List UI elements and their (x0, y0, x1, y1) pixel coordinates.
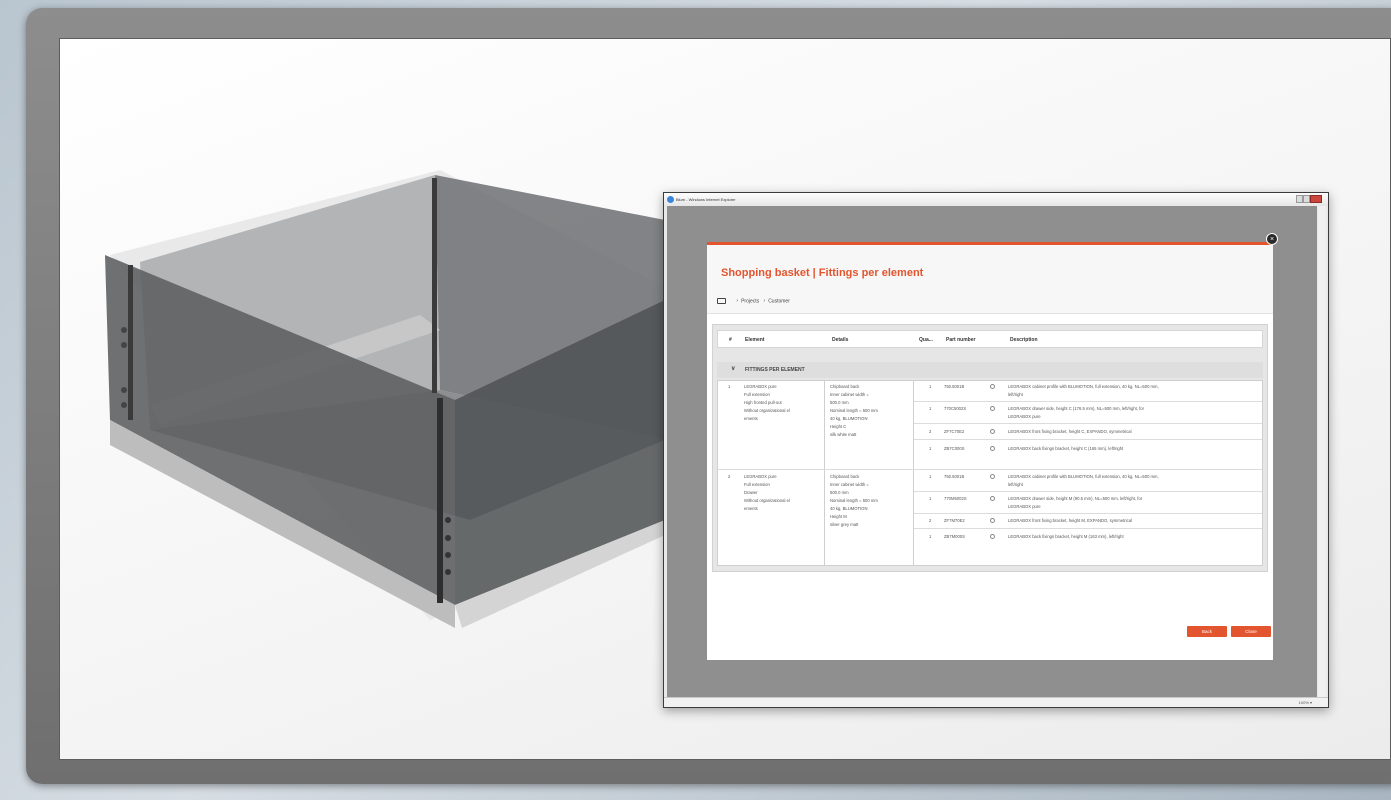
col-details[interactable]: Details (832, 337, 848, 343)
detail-line: Height C (830, 424, 847, 429)
detail-line: silk white matt (830, 432, 857, 437)
detail-line: Inner cabinet width = (830, 482, 869, 487)
info-icon[interactable] (990, 384, 995, 389)
dialog-header: Shopping basket | Fittings per element ›… (707, 245, 1273, 314)
breadcrumb-customer[interactable]: Customer (768, 298, 790, 304)
minimize-icon[interactable] (1296, 195, 1303, 203)
info-icon[interactable] (990, 429, 995, 434)
maximize-icon[interactable] (1303, 195, 1310, 203)
detail-line: 40 kg, BLUMOTION (830, 416, 868, 421)
element-line: Without organizational el (744, 498, 790, 503)
folder-icon[interactable] (717, 298, 726, 304)
part-description: LEGRABOX pure (1008, 504, 1041, 509)
detail-line: Height M (830, 514, 847, 519)
element-line: High fronted pull-out (744, 400, 782, 405)
detail-line: 500.0 mm (830, 490, 849, 495)
col-element[interactable]: Element (745, 337, 764, 343)
post-front (437, 398, 443, 603)
part-description: LEGRABOX back fixings bracket, height C … (1008, 446, 1124, 451)
part-description: LEGRABOX drawer side, height C (176.5 mm… (1008, 406, 1145, 411)
vertical-scrollbar[interactable] (1318, 206, 1326, 697)
table-header: # Element Details Qua... Part number Des… (717, 330, 1263, 348)
detail-line: Chipboard back (830, 384, 860, 389)
col-number[interactable]: # (729, 337, 732, 343)
detail-line: Chipboard back (830, 474, 860, 479)
browser-title: Blum - Windows Internet Explorer (676, 197, 736, 202)
breadcrumb: › Projects › Customer (717, 298, 790, 304)
element-line: ements (744, 506, 758, 511)
info-icon[interactable] (990, 534, 995, 539)
dialog-title: Shopping basket | Fittings per element (721, 267, 924, 279)
table-body: 1 LEGRABOX pure Full extension High fron… (717, 380, 1263, 566)
part-description: left/right (1008, 392, 1023, 397)
element-line: ements (744, 416, 758, 421)
window-close-icon[interactable] (1310, 195, 1322, 203)
part-number: ZF7C70E2 (944, 429, 965, 434)
part-number: ZF7M70E2 (944, 518, 965, 523)
element-line: Full extension (744, 482, 770, 487)
detail-line: Nominal length = 500 mm (830, 498, 878, 503)
part-qty: 1 (929, 446, 932, 451)
part-description: LEGRABOX drawer side, height M (90.5 mm)… (1008, 496, 1143, 501)
part-description: LEGRABOX cabinet profile with BLUMOTION,… (1008, 474, 1159, 479)
part-qty: 1 (929, 474, 932, 479)
info-icon[interactable] (990, 496, 995, 501)
post-back (432, 178, 437, 393)
group-label: FITTINGS PER ELEMENT (745, 367, 805, 373)
browser-titlebar: Blum - Windows Internet Explorer (664, 193, 1328, 206)
part-qty: 1 (929, 496, 932, 501)
part-description: LEGRABOX back fixings bracket, height M … (1008, 534, 1124, 539)
part-description: LEGRABOX pure (1008, 414, 1041, 419)
part-description: LEGRABOX cabinet profile with BLUMOTION,… (1008, 384, 1159, 389)
window-controls (1296, 195, 1322, 203)
zoom-level[interactable]: 100% (1299, 700, 1309, 705)
part-qty: 2 (929, 518, 932, 523)
row-number: 1 (728, 384, 731, 389)
info-icon[interactable] (990, 406, 995, 411)
element-line: LEGRABOX pure (744, 474, 777, 479)
part-description: LEGRABOX front fixing bracket, height C,… (1008, 429, 1132, 434)
element-line: Drawer (744, 490, 758, 495)
part-number: 750.5001B (944, 384, 965, 389)
col-part-number[interactable]: Part number (946, 337, 975, 343)
col-quantity[interactable]: Qua... (919, 337, 933, 343)
status-bar: 100% ▾ (664, 697, 1328, 707)
col-description[interactable]: Description (1010, 337, 1038, 343)
element-line: Without organizational el (744, 408, 790, 413)
part-number: 770C5002S (944, 406, 967, 411)
part-qty: 1 (929, 534, 932, 539)
chevron-down-icon[interactable]: ∨ (731, 365, 735, 372)
info-icon[interactable] (990, 474, 995, 479)
group-row[interactable]: ∨ FITTINGS PER ELEMENT (717, 362, 1263, 378)
element-line: Full extension (744, 392, 770, 397)
drawer-illustration (105, 170, 690, 628)
row-number: 2 (728, 474, 731, 479)
part-number: 750.5001B (944, 474, 965, 479)
detail-line: 500.0 mm (830, 400, 849, 405)
part-description: LEGRABOX front fixing bracket, height M,… (1008, 518, 1132, 523)
dialog-close-icon[interactable]: × (1266, 233, 1278, 245)
detail-line: Inner cabinet width = (830, 392, 869, 397)
back-button[interactable]: Back (1187, 626, 1227, 637)
part-qty: 2 (929, 429, 932, 434)
part-description: left/right (1008, 482, 1023, 487)
detail-line: 40 kg, BLUMOTION (830, 506, 868, 511)
part-number: ZB7M000S (944, 534, 965, 539)
detail-line: Nominal length = 500 mm (830, 408, 878, 413)
part-number: ZB7C000S (944, 446, 965, 451)
internet-explorer-icon (667, 196, 674, 203)
breadcrumb-projects[interactable]: Projects (741, 298, 759, 304)
info-icon[interactable] (990, 446, 995, 451)
info-icon[interactable] (990, 518, 995, 523)
post-left (128, 265, 133, 420)
close-button[interactable]: Close (1231, 626, 1271, 637)
part-number: 770M5002S (944, 496, 967, 501)
part-qty: 1 (929, 384, 932, 389)
part-qty: 1 (929, 406, 932, 411)
element-line: LEGRABOX pure (744, 384, 777, 389)
detail-line: silver grey matt (830, 522, 859, 527)
